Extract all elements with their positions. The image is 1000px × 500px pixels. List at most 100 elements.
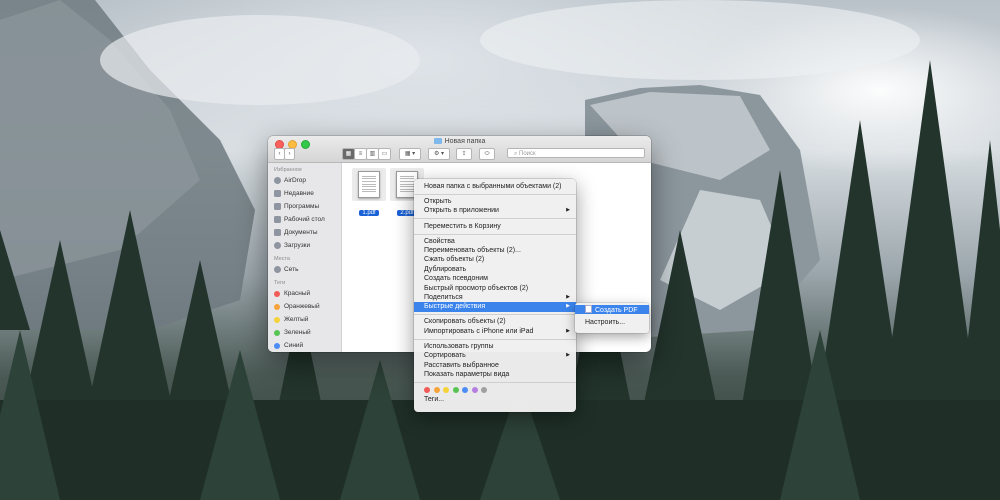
sidebar-tag-red[interactable]: Красный bbox=[268, 287, 341, 300]
pdf-icon bbox=[585, 305, 592, 313]
menu-item-label: Сортировать bbox=[424, 352, 466, 360]
share-button[interactable]: ⇪ bbox=[456, 148, 472, 160]
submenu-arrow-icon: ▶ bbox=[566, 327, 570, 334]
menu-separator bbox=[414, 382, 576, 383]
tag-yellow-dot[interactable] bbox=[443, 387, 449, 394]
search-input[interactable]: ⌕ Поиск bbox=[507, 148, 645, 158]
sidebar-item-label: Программы bbox=[284, 203, 320, 210]
file-name: 1.pdf bbox=[359, 210, 379, 216]
window-title-text: Новая папка bbox=[444, 138, 486, 145]
sidebar-tag-orange[interactable]: Оранжевый bbox=[268, 300, 341, 313]
tag-color-dot-icon bbox=[274, 342, 280, 349]
context-menu[interactable]: Новая папка с выбранными объектами (2) О… bbox=[414, 179, 576, 412]
menu-separator bbox=[414, 218, 576, 219]
tag-color-dot-icon bbox=[274, 316, 280, 323]
search-placeholder: Поиск bbox=[519, 151, 536, 157]
menu-item-import-from-iphone[interactable]: Импортировать с iPhone или iPad ▶ bbox=[414, 327, 576, 336]
tags-button[interactable]: ⬭ bbox=[479, 148, 495, 160]
menu-item-new-folder-with-selection[interactable]: Новая папка с выбранными объектами (2) bbox=[414, 182, 576, 191]
tag-green-dot[interactable] bbox=[452, 387, 459, 394]
menu-item-label: Импортировать с iPhone или iPad bbox=[424, 327, 534, 335]
folder-icon bbox=[433, 138, 442, 144]
file-item[interactable]: 1.pdf bbox=[352, 168, 386, 219]
sidebar-header-favorites: Избранное bbox=[274, 167, 302, 173]
menu-item-quick-look[interactable]: Быстрый просмотр объектов (2) bbox=[414, 284, 576, 293]
sidebar-item-label: AirDrop bbox=[284, 177, 307, 184]
airdrop-icon bbox=[274, 177, 281, 184]
submenu-item-customize[interactable]: Настроить... bbox=[575, 318, 649, 327]
tag-orange-dot[interactable] bbox=[433, 387, 440, 394]
menu-item-get-info[interactable]: Свойства bbox=[414, 237, 576, 246]
menu-separator bbox=[414, 338, 576, 340]
sidebar-item-desktop[interactable]: Рабочий стол bbox=[268, 213, 341, 226]
sidebar-tag-green[interactable]: Зеленый bbox=[268, 326, 341, 339]
menu-item-label: Поделиться bbox=[424, 293, 463, 301]
sidebar-item-label: Загрузки bbox=[284, 242, 311, 249]
window-titlebar[interactable]: Новая папка ‹ › ▦ ≡ ▥ ▭ ▦ ▾ ⚙ ▾ ⇪ ⬭ ⌕ По… bbox=[268, 136, 651, 163]
pdf-document-icon bbox=[358, 171, 380, 198]
sidebar-item-downloads[interactable]: Загрузки bbox=[268, 239, 341, 252]
sidebar-tag-blue[interactable]: Синий bbox=[268, 339, 341, 352]
menu-item-clean-up-selection[interactable]: Расставить выбранное bbox=[414, 361, 576, 370]
sidebar-item-documents[interactable]: Документы bbox=[268, 226, 341, 239]
sidebar-item-label: Желтый bbox=[284, 316, 309, 323]
submenu-item-create-pdf[interactable]: Создать PDF bbox=[575, 305, 649, 315]
tag-purple-dot[interactable] bbox=[471, 387, 478, 394]
menu-item-rename[interactable]: Переименовать объекты (2)... bbox=[414, 246, 576, 255]
menu-item-open-with[interactable]: Открыть в приложении ▶ bbox=[414, 206, 576, 215]
submenu-arrow-icon: ▶ bbox=[566, 303, 570, 310]
quick-actions-submenu[interactable]: Создать PDF Настроить... bbox=[575, 303, 649, 333]
document-icon bbox=[274, 229, 281, 236]
sidebar-item-label: Зеленый bbox=[284, 329, 311, 336]
sidebar-item-label: Сеть bbox=[284, 266, 299, 273]
tag-blue-dot[interactable] bbox=[462, 387, 468, 394]
forward-button[interactable]: › bbox=[284, 148, 295, 160]
group-button[interactable]: ▦ ▾ bbox=[399, 148, 421, 160]
sidebar-item-recents[interactable]: Недавние bbox=[268, 187, 341, 200]
menu-item-share[interactable]: Поделиться ▶ bbox=[414, 293, 576, 302]
tag-color-dot-icon bbox=[274, 329, 280, 336]
submenu-arrow-icon: ▶ bbox=[566, 293, 570, 300]
menu-item-use-groups[interactable]: Использовать группы bbox=[414, 342, 576, 351]
sidebar-item-label: Недавние bbox=[284, 190, 314, 197]
tag-color-dot-icon bbox=[274, 303, 280, 310]
applications-icon bbox=[274, 203, 281, 210]
desktop-icon bbox=[274, 216, 281, 223]
sidebar-item-network[interactable]: Сеть bbox=[268, 263, 341, 276]
sidebar-item-label: Оранжевый bbox=[284, 303, 320, 310]
menu-item-label: Быстрые действия bbox=[424, 303, 486, 311]
sidebar-tag-yellow[interactable]: Желтый bbox=[268, 313, 341, 326]
tag-color-picker bbox=[414, 385, 576, 395]
tag-color-dot-icon bbox=[274, 290, 280, 297]
menu-separator bbox=[414, 314, 576, 315]
submenu-item-label: Создать PDF bbox=[595, 307, 638, 314]
menu-item-compress[interactable]: Сжать объекты (2) bbox=[414, 255, 576, 264]
clock-icon bbox=[274, 190, 281, 197]
menu-item-move-to-trash[interactable]: Переместить в Корзину bbox=[414, 222, 576, 231]
sidebar-item-label: Документы bbox=[284, 229, 318, 236]
tag-red-dot[interactable] bbox=[424, 387, 430, 394]
file-selection bbox=[352, 168, 386, 201]
menu-item-show-view-options[interactable]: Показать параметры вида bbox=[414, 370, 576, 379]
menu-item-sort-by[interactable]: Сортировать ▶ bbox=[414, 351, 576, 360]
menu-separator bbox=[414, 233, 576, 235]
menu-item-make-alias[interactable]: Создать псевдоним bbox=[414, 274, 576, 283]
sidebar-header-tags: Теги bbox=[274, 280, 286, 286]
sidebar-item-applications[interactable]: Программы bbox=[268, 200, 341, 213]
sidebar-item-label: Красный bbox=[284, 290, 311, 297]
menu-item-open[interactable]: Открыть bbox=[414, 197, 576, 206]
sidebar-header-places: Места bbox=[274, 256, 290, 262]
menu-item-copy[interactable]: Скопировать объекты (2) bbox=[414, 317, 576, 326]
menu-item-duplicate[interactable]: Дублировать bbox=[414, 265, 576, 274]
menu-item-quick-actions[interactable]: Быстрые действия ▶ bbox=[414, 302, 576, 312]
sidebar: Избранное AirDrop Недавние Программы Раб… bbox=[268, 163, 342, 352]
menu-item-tags[interactable]: Теги... bbox=[414, 395, 576, 404]
action-gear-button[interactable]: ⚙ ▾ bbox=[428, 148, 450, 160]
sidebar-item-airdrop[interactable]: AirDrop bbox=[268, 174, 341, 187]
gallery-view-button[interactable]: ▭ bbox=[378, 148, 391, 160]
tag-gray-dot[interactable] bbox=[481, 387, 487, 394]
network-globe-icon bbox=[274, 266, 281, 273]
submenu-arrow-icon: ▶ bbox=[566, 352, 570, 359]
window-title: Новая папка bbox=[268, 138, 651, 145]
menu-separator bbox=[414, 193, 576, 195]
